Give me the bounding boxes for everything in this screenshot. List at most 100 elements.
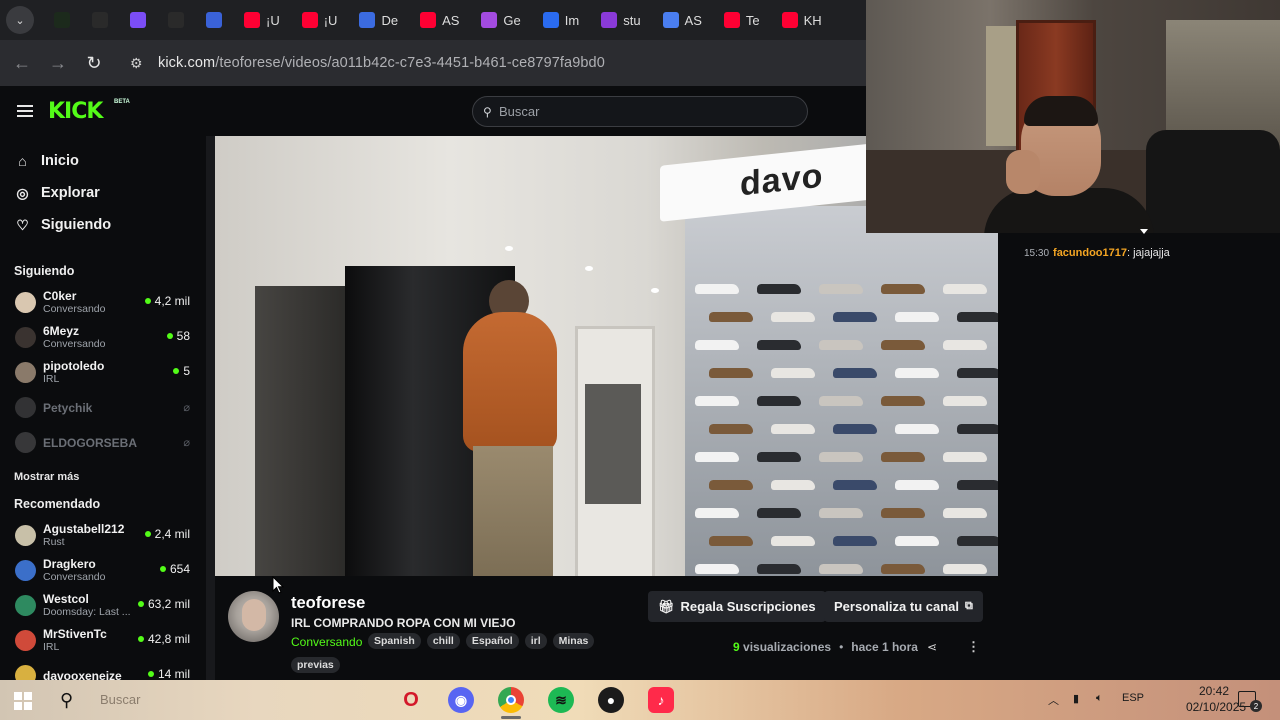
discord-icon[interactable]: ◉: [448, 687, 474, 713]
address-bar[interactable]: ⚙ kick.com/teoforese/videos/a011b42c-c7e…: [120, 45, 866, 81]
category-link[interactable]: Conversando: [291, 635, 362, 649]
shoe: [881, 564, 925, 574]
obs-icon[interactable]: ●: [598, 687, 624, 713]
browser-tab[interactable]: [160, 5, 192, 35]
url-text[interactable]: kick.com/teoforese/videos/a011b42c-c7e3-…: [158, 55, 605, 71]
shoe: [895, 368, 939, 378]
channel-list-item[interactable]: Dragkero Conversando 654: [0, 553, 206, 588]
taskbar-search-icon[interactable]: ⚲: [60, 690, 73, 711]
browser-tab-label: KH: [803, 12, 822, 28]
opera-icon[interactable]: O: [398, 687, 424, 713]
channel-list-item[interactable]: davooxeneize 14 mil: [0, 658, 206, 680]
browser-tab[interactable]: stu: [593, 5, 648, 35]
sidebar: ⌂ Inicio ◎ Explorar ♡ Siguiendo Siguiendo C0k…: [0, 136, 206, 680]
site-header: KICK BETA ⚲ Buscar: [0, 86, 866, 136]
show-more-link[interactable]: Mostrar más: [0, 460, 206, 494]
taskbar-clock[interactable]: 20:42 02/10/2025: [1186, 683, 1246, 715]
tag-chip[interactable]: chill: [426, 633, 460, 649]
channel-name[interactable]: teoforese: [291, 594, 365, 613]
tag-chip[interactable]: irl: [524, 633, 547, 649]
menu-hamburger-icon[interactable]: [17, 105, 33, 117]
viewer-count-text: 4,2 mil: [154, 294, 190, 308]
browser-tab[interactable]: [46, 5, 78, 35]
tab-search-chevron-icon[interactable]: ⌄: [6, 6, 34, 34]
kick-logo[interactable]: KICK: [48, 99, 103, 124]
shoe: [771, 312, 815, 322]
following-heading: Siguiendo: [14, 264, 75, 278]
sidebar-nav-inicio[interactable]: ⌂ Inicio: [0, 145, 206, 177]
spotify-icon[interactable]: ≋: [548, 687, 574, 713]
channel-list-item[interactable]: 6Meyz Conversando 58: [0, 320, 206, 355]
share-icon[interactable]: ⋖: [927, 640, 937, 654]
forward-arrow-icon[interactable]: →: [40, 45, 76, 81]
sidebar-nav-siguiendo[interactable]: ♡ Siguiendo: [0, 209, 206, 241]
shoe: [695, 564, 739, 574]
browser-tab[interactable]: De: [351, 5, 406, 35]
shoe: [709, 480, 753, 490]
browser-tab[interactable]: [122, 5, 154, 35]
tag-chip[interactable]: Español: [465, 633, 519, 649]
video-person: [455, 276, 565, 576]
chrome-icon[interactable]: [498, 687, 524, 713]
viewer-count: 654: [159, 562, 190, 576]
views-count: 9: [733, 640, 740, 654]
browser-tab[interactable]: KH: [774, 5, 830, 35]
channel-list-item[interactable]: MrStivenTc IRL 42,8 mil: [0, 623, 206, 658]
browser-tab[interactable]: Im: [535, 5, 587, 35]
tiktok-icon[interactable]: ♪: [648, 687, 674, 713]
browser-tab[interactable]: ¡U: [236, 5, 288, 35]
language-indicator[interactable]: ESP: [1122, 692, 1144, 704]
channel-list-item[interactable]: pipotoledo IRL 5: [0, 355, 206, 390]
browser-tab[interactable]: [198, 5, 230, 35]
channel-list-item[interactable]: Petychik ⌀: [0, 390, 206, 425]
channel-avatar[interactable]: [228, 591, 279, 642]
browser-tab[interactable]: Ge: [473, 5, 528, 35]
search-icon: ⚲: [483, 104, 492, 119]
live-dot-icon: [144, 298, 151, 304]
sidebar-nav-explorar[interactable]: ◎ Explorar: [0, 177, 206, 209]
tag-previas[interactable]: previas: [291, 657, 340, 673]
tag-chip[interactable]: Minas: [552, 633, 595, 649]
viewer-count-text: 2,4 mil: [154, 527, 190, 541]
taskbar-search-placeholder[interactable]: Buscar: [100, 692, 140, 707]
shoe: [709, 536, 753, 546]
channel-avatar: [15, 595, 36, 616]
channel-list-item[interactable]: Westcol Doomsday: Last ... 63,2 mil: [0, 588, 206, 623]
viewer-count-text: 42,8 mil: [147, 632, 190, 646]
compass-icon: ◎: [16, 184, 29, 201]
back-arrow-icon[interactable]: ←: [4, 45, 40, 81]
channel-list-item[interactable]: C0ker Conversando 4,2 mil: [0, 285, 206, 320]
shoe: [957, 368, 998, 378]
site-settings-icon[interactable]: ⚙: [130, 55, 154, 72]
channel-list-item[interactable]: Agustabell212 Rust 2,4 mil: [0, 518, 206, 553]
browser-tab[interactable]: AS: [412, 5, 467, 35]
volume-icon[interactable]: 🔈︎: [1096, 692, 1103, 705]
more-options-icon[interactable]: ⋮: [967, 639, 980, 655]
windows-start-icon[interactable]: [14, 692, 32, 710]
home-icon: ⌂: [18, 153, 27, 169]
browser-tab[interactable]: ¡U: [294, 5, 346, 35]
tray-chevron-icon[interactable]: ︿: [1048, 692, 1059, 708]
shoe: [771, 480, 815, 490]
play-icon: [601, 12, 618, 28]
channel-avatar: [15, 327, 36, 348]
tag-list: Spanish chill Español irl Minas: [368, 633, 595, 649]
tag-chip[interactable]: Spanish: [368, 633, 421, 649]
reload-icon[interactable]: ↻: [76, 45, 112, 81]
gift-subs-button[interactable]: 🎁︎ Regala Suscripciones: [648, 591, 826, 622]
channel-list-item[interactable]: ELDOGORSEBA ⌀: [0, 425, 206, 460]
viewer-count: 4,2 mil: [144, 294, 190, 308]
browser-tab[interactable]: AS: [655, 5, 710, 35]
browser-tab[interactable]: [84, 5, 116, 35]
browser-tab[interactable]: Te: [716, 5, 768, 35]
shoe: [957, 424, 998, 434]
search-input[interactable]: ⚲ Buscar: [472, 96, 808, 127]
chat-username[interactable]: facundoo1717: [1053, 247, 1127, 259]
sidebar-nav-label: Siguiendo: [41, 217, 112, 233]
customize-channel-button[interactable]: Personaliza tu canal ⧉: [824, 591, 983, 622]
viewer-count-text: 58: [176, 329, 190, 343]
chat-panel: 15:30 facundoo1717: jajajajja: [1008, 229, 1280, 680]
shoe: [881, 284, 925, 294]
shoe: [881, 340, 925, 350]
shoe: [881, 396, 925, 406]
